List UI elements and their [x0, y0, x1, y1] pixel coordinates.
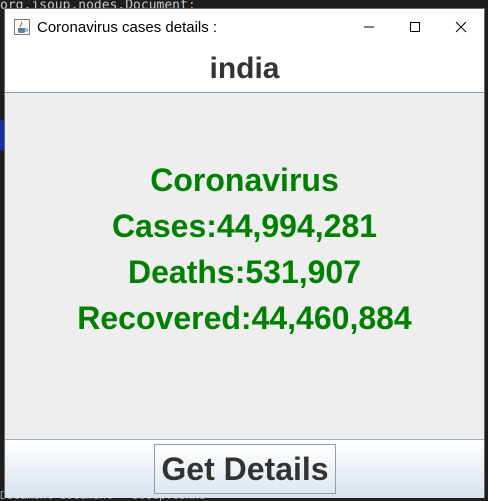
footer-panel: Get Details	[5, 439, 484, 498]
recovered-count: Recovered:44,460,884	[77, 300, 412, 336]
cases-count: Cases:44,994,281	[111, 208, 378, 244]
title-bar[interactable]: Coronavirus cases details :	[5, 9, 484, 45]
app-window: Coronavirus cases details : india Corona…	[4, 8, 485, 498]
stats-heading: Coronavirus	[150, 162, 339, 198]
country-input[interactable]: india	[5, 45, 484, 93]
minimize-button[interactable]	[346, 9, 392, 45]
close-button[interactable]	[438, 9, 484, 45]
deaths-count: Deaths:531,907	[127, 254, 362, 290]
window-controls	[346, 9, 484, 45]
minimize-icon	[364, 26, 374, 28]
maximize-button[interactable]	[392, 9, 438, 45]
java-cup-icon	[13, 18, 31, 36]
close-icon	[455, 21, 467, 33]
window-title: Coronavirus cases details :	[37, 18, 218, 36]
maximize-icon	[410, 22, 420, 32]
get-details-button[interactable]: Get Details	[154, 444, 336, 494]
stats-panel: Coronavirus Cases:44,994,281 Deaths:531,…	[5, 157, 484, 341]
